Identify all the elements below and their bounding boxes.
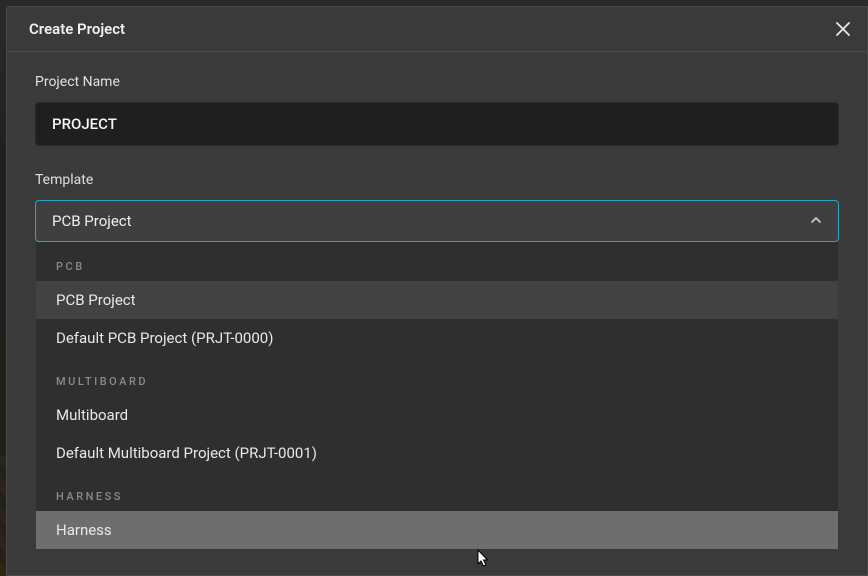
option-harness[interactable]: Harness (36, 511, 838, 549)
group-label-harness: HARNESS (36, 472, 838, 511)
group-label-multiboard: MULTIBOARD (36, 357, 838, 396)
option-pcb-project[interactable]: PCB Project (36, 281, 838, 319)
option-default-pcb-project[interactable]: Default PCB Project (PRJT-0000) (36, 319, 838, 357)
template-dropdown: PCB PCB Project Default PCB Project (PRJ… (35, 242, 839, 550)
dialog-title: Create Project (29, 20, 125, 38)
template-label: Template (35, 172, 839, 188)
option-multiboard[interactable]: Multiboard (36, 396, 838, 434)
template-select: PCB Project PCB PCB Project Default PCB … (35, 200, 839, 242)
create-project-dialog: Create Project Project Name Template PCB… (6, 6, 868, 576)
project-name-label: Project Name (35, 74, 839, 90)
template-select-trigger[interactable]: PCB Project (35, 200, 839, 242)
chevron-up-icon (810, 212, 822, 230)
dialog-body: Project Name Template PCB Project PCB PC… (7, 52, 867, 575)
close-icon[interactable] (833, 19, 853, 39)
group-label-pcb: PCB (36, 242, 838, 281)
dialog-header: Create Project (7, 7, 867, 52)
option-default-multiboard-project[interactable]: Default Multiboard Project (PRJT-0001) (36, 434, 838, 472)
project-name-input[interactable] (35, 102, 839, 146)
template-selected-value: PCB Project (52, 212, 132, 230)
